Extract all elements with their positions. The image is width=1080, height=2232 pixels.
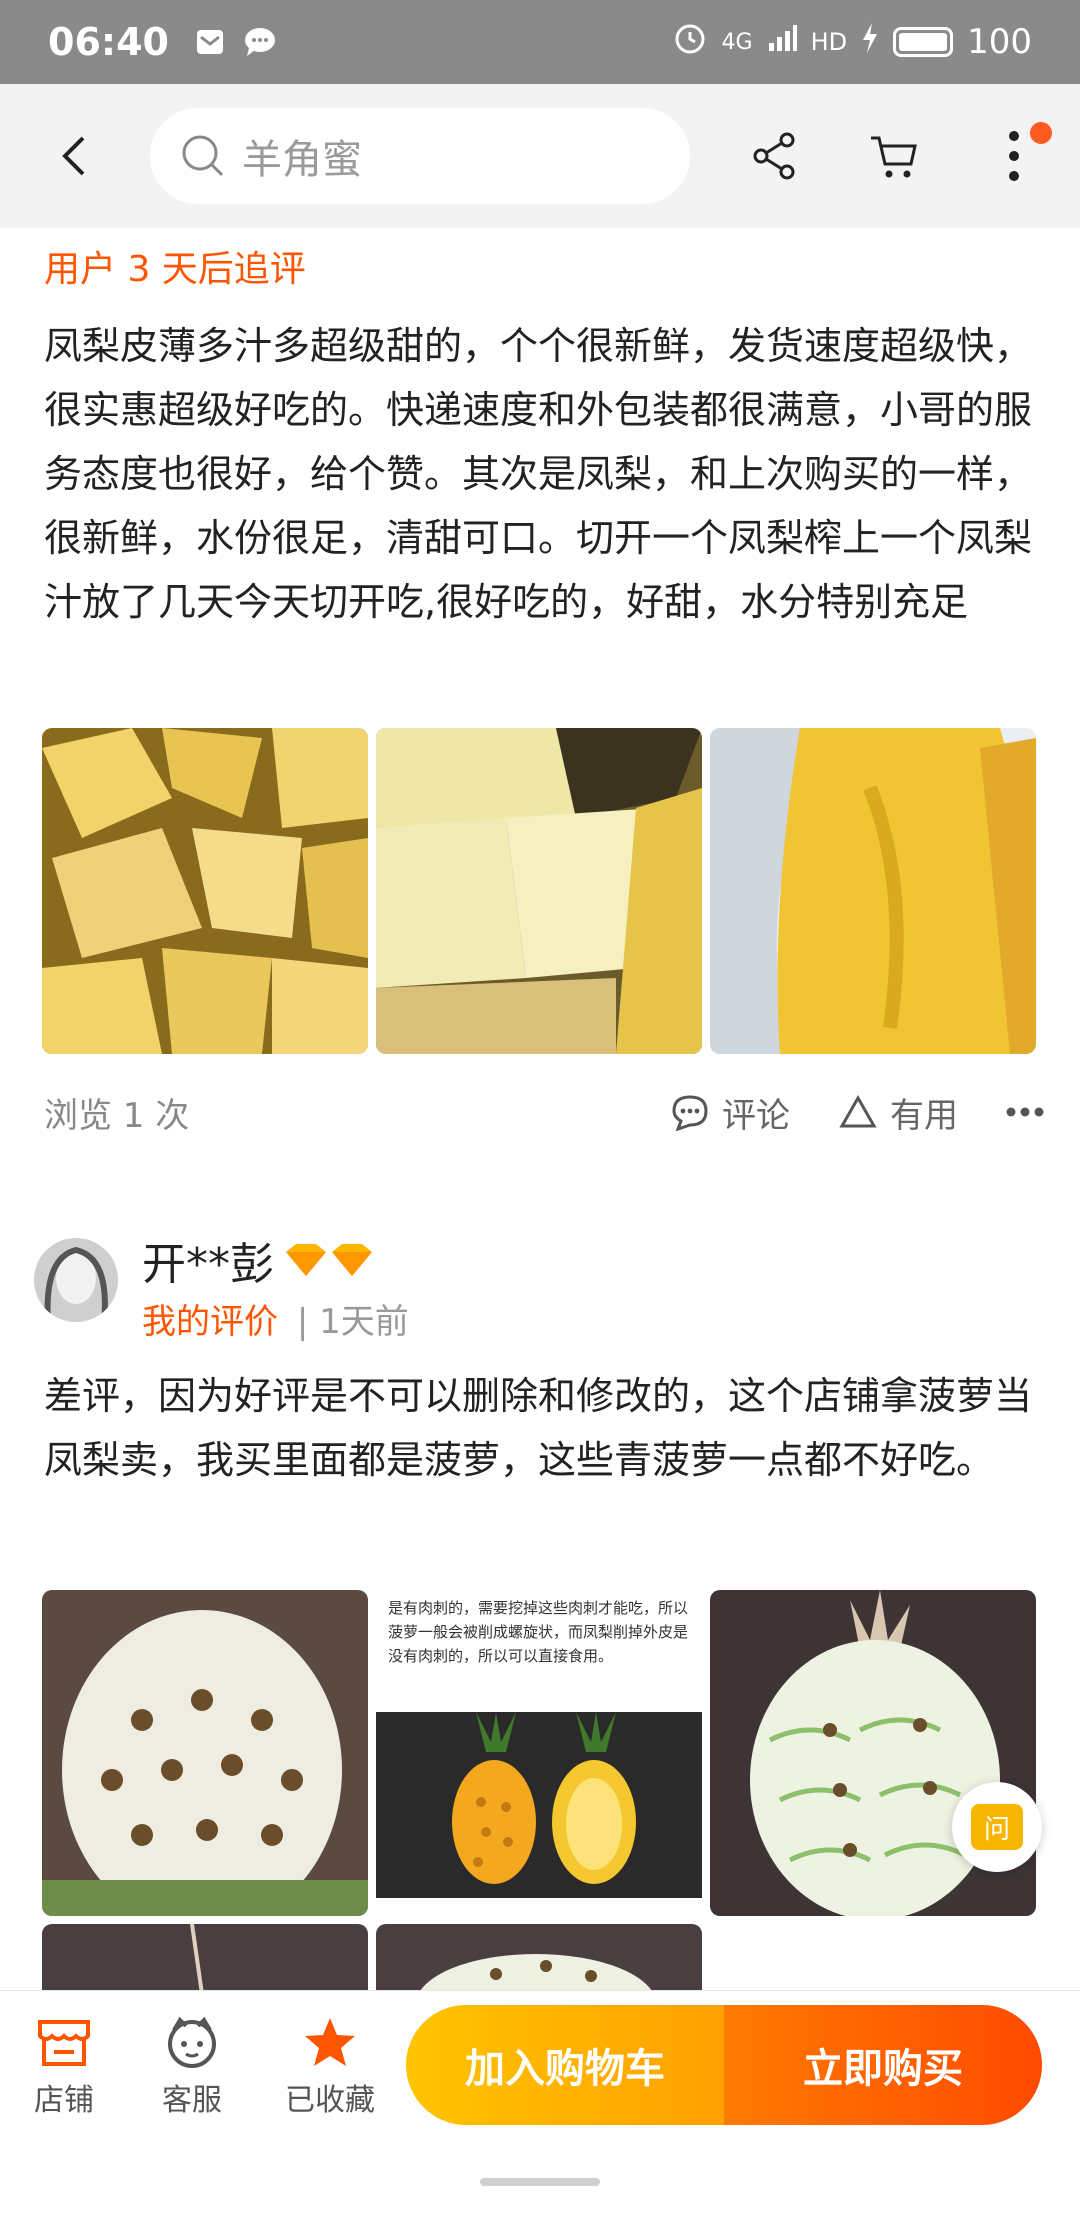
review-images-2: 是有肉刺的，需要挖掉这些肉刺才能吃，所以菠萝一般会被削成螺旋状，而凤梨削掉外皮是…	[42, 1590, 1036, 1916]
mail-icon	[193, 25, 227, 59]
notification-dot	[1030, 122, 1052, 144]
favorite-tab[interactable]: 已收藏	[270, 2009, 390, 2119]
more-vertical-icon	[1009, 131, 1019, 181]
purchase-buttons: 加入购物车 立即购买	[406, 2005, 1042, 2125]
review-photo-pineapple-slices[interactable]	[376, 728, 702, 1054]
more-options-button[interactable]	[1006, 1106, 1044, 1118]
review-images-2-row2	[42, 1924, 702, 1994]
image-caption-text: 是有肉刺的，需要挖掉这些肉刺才能吃，所以菠萝一般会被削成螺旋状，而凤梨削掉外皮是…	[388, 1599, 689, 1665]
status-bar: 06:40 4G HD 100	[0, 0, 1080, 84]
customer-service-tab[interactable]: 客服	[132, 2009, 252, 2119]
hd-label: HD	[810, 28, 848, 56]
ask-icon: 问	[971, 1804, 1023, 1850]
review-text: 凤梨皮薄多汁多超级甜的，个个很新鲜，发货速度超级快，很实惠超级好吃的。快递速度和…	[44, 324, 1033, 624]
search-bar[interactable]: 羊角蜜	[150, 108, 690, 204]
review-photo-peeled-pineapple[interactable]	[42, 1590, 368, 1916]
comment-button[interactable]: 评论	[670, 1088, 790, 1137]
favorite-label: 已收藏	[285, 2083, 375, 2118]
add-to-cart-button[interactable]: 加入购物车	[406, 2005, 724, 2125]
customer-service-label: 客服	[162, 2083, 222, 2118]
review-photo-extra-2[interactable]	[376, 1924, 702, 1994]
more-horizontal-icon	[1006, 1107, 1044, 1117]
status-time: 06:40	[48, 20, 169, 64]
review-photo-pineapple-chunks[interactable]	[42, 728, 368, 1054]
battery-level: 100	[967, 22, 1032, 62]
reviewer-name: 开**彭	[142, 1239, 274, 1290]
charging-icon	[861, 22, 879, 62]
network-label: 4G	[721, 29, 753, 55]
store-icon	[38, 2020, 90, 2066]
search-icon	[182, 135, 224, 177]
star-filled-icon	[305, 2018, 355, 2066]
view-count: 浏览 1 次	[44, 1095, 190, 1136]
review-images	[42, 728, 1036, 1054]
cart-button[interactable]	[834, 96, 954, 216]
chat-icon	[243, 25, 277, 59]
useful-button[interactable]: 有用	[838, 1088, 958, 1137]
ask-question-button[interactable]: 问	[952, 1782, 1042, 1872]
more-menu-button[interactable]	[954, 96, 1074, 216]
review-photo-pineapple-flesh[interactable]	[710, 728, 1036, 1054]
useful-icon	[839, 1094, 877, 1128]
comment-label: 评论	[722, 1095, 790, 1136]
followup-label: 用户 3 天后追评	[44, 249, 306, 290]
back-button[interactable]	[0, 84, 150, 228]
home-indicator[interactable]	[480, 2178, 600, 2186]
reviewer-header: 开**彭 我的评价 | 1天前	[34, 1228, 1034, 1348]
reviewer-subline: 我的评价 | 1天前	[142, 1294, 409, 1343]
battery-icon	[893, 27, 954, 57]
avatar[interactable]	[34, 1238, 118, 1322]
product-review-page: 06:40 4G HD 100 羊角蜜 用户 3 天后追评 凤梨皮薄多汁多超级甜…	[0, 0, 1080, 2232]
comment-icon	[672, 1095, 708, 1131]
top-navigation: 羊角蜜	[0, 84, 1080, 228]
bottom-action-bar: 店铺 客服 已收藏 加入购物车 立即购买	[0, 1990, 1080, 2150]
store-label: 店铺	[34, 2083, 94, 2118]
chevron-left-icon	[62, 136, 85, 176]
signal-icon	[767, 22, 797, 62]
review-time: 1天前	[319, 1302, 409, 1342]
review-text-2: 差评，因为好评是不可以删除和修改的，这个店铺拿菠萝当凤梨卖，我买里面都是菠萝，这…	[44, 1374, 1033, 1482]
review-photo-extra-1[interactable]	[42, 1924, 368, 1994]
customer-service-icon	[168, 2016, 216, 2068]
store-tab[interactable]: 店铺	[4, 2009, 124, 2119]
alarm-icon	[672, 20, 708, 65]
subline-separator: |	[296, 1302, 309, 1342]
share-button[interactable]	[714, 96, 834, 216]
diamond-level-icon	[286, 1244, 372, 1276]
buy-now-button[interactable]: 立即购买	[724, 2005, 1042, 2125]
reviewer-name-row: 开**彭	[142, 1228, 378, 1292]
my-review-tag: 我的评价	[142, 1302, 278, 1342]
useful-label: 有用	[890, 1095, 958, 1136]
cart-icon	[871, 136, 917, 178]
share-icon	[753, 132, 795, 180]
review-photo-comparison-screenshot[interactable]: 是有肉刺的，需要挖掉这些肉刺才能吃，所以菠萝一般会被削成螺旋状，而凤梨削掉外皮是…	[376, 1590, 702, 1916]
review-meta-row: 浏览 1 次 评论 有用	[44, 1082, 1044, 1142]
search-placeholder: 羊角蜜	[242, 137, 362, 183]
